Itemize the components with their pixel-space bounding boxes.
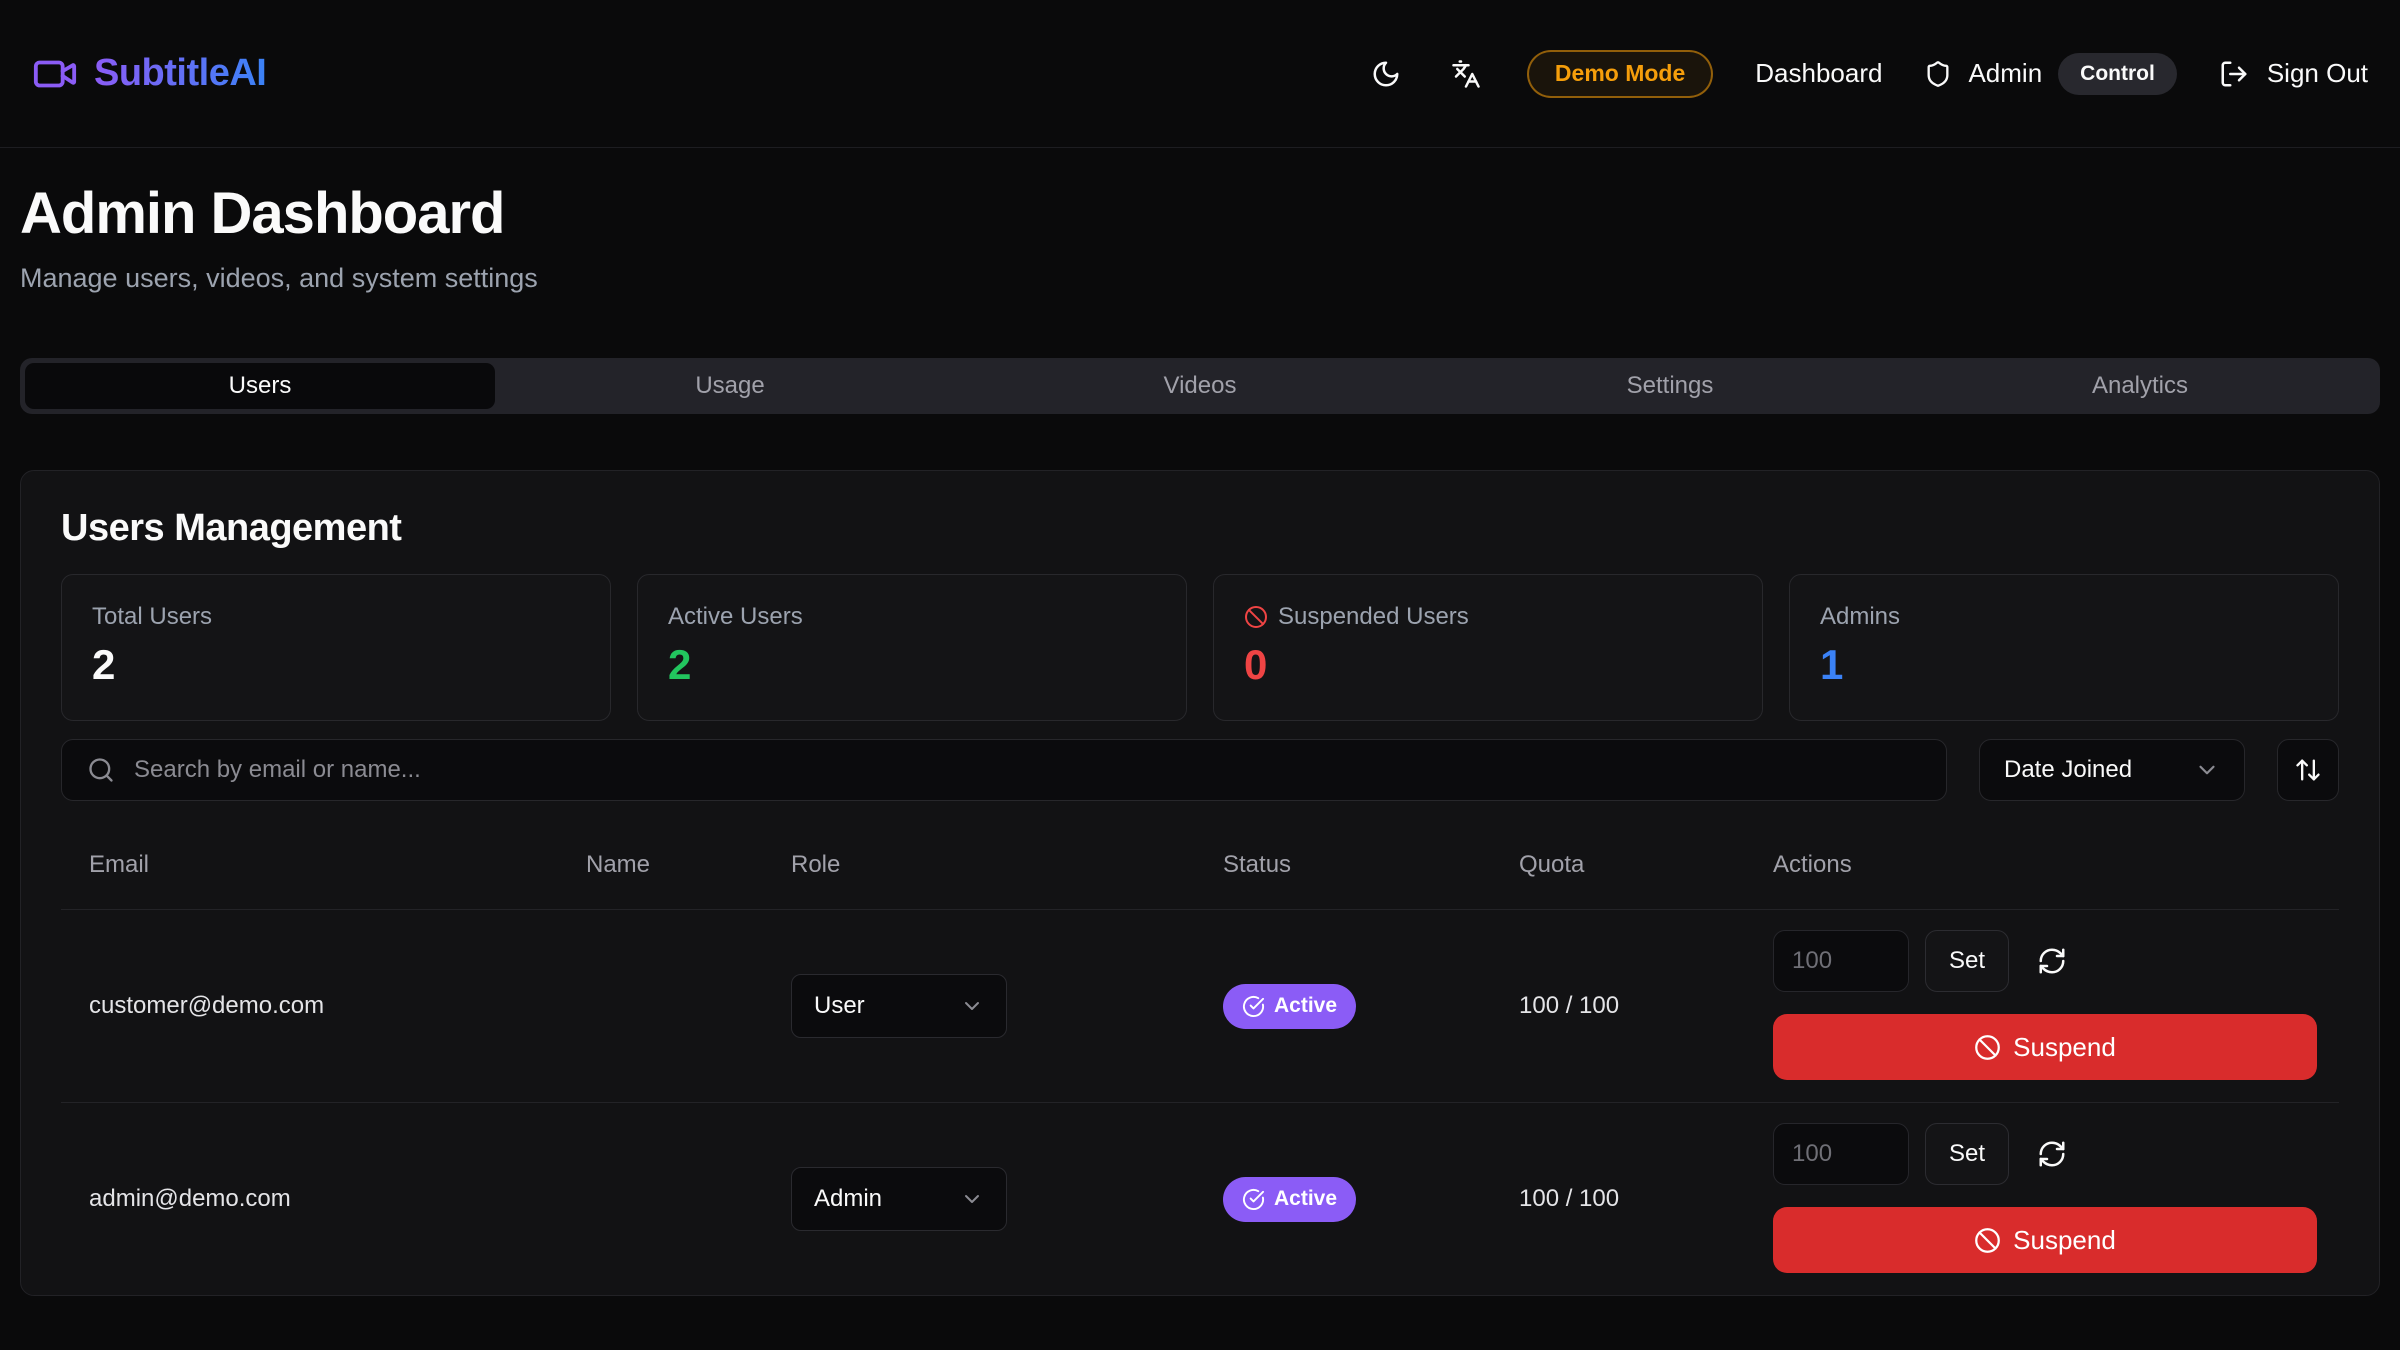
users-table: Email Name Role Status Quota Actions cus… — [61, 809, 2339, 1295]
admin-label: Admin — [1968, 58, 2042, 89]
stat-label: Suspended Users — [1278, 603, 1469, 631]
set-quota-button[interactable]: Set — [1925, 930, 2009, 992]
ban-icon — [1974, 1034, 2001, 1061]
column-header-role: Role — [791, 851, 1223, 879]
control-badge: Control — [2058, 53, 2177, 95]
stat-suspended-users: Suspended Users 0 — [1213, 574, 1763, 721]
theme-toggle-button[interactable] — [1367, 55, 1405, 93]
languages-icon — [1451, 59, 1481, 89]
moon-icon — [1371, 59, 1401, 89]
nav-actions: Demo Mode Dashboard Admin Control Sign O… — [1367, 50, 2368, 98]
chevron-down-icon — [960, 994, 984, 1018]
sort-by-value: Date Joined — [2004, 756, 2132, 784]
dashboard-link[interactable]: Dashboard — [1755, 58, 1882, 89]
reset-quota-button[interactable] — [2037, 946, 2067, 976]
demo-mode-badge: Demo Mode — [1527, 50, 1713, 98]
sort-by-select[interactable]: Date Joined — [1979, 739, 2245, 801]
set-quota-button[interactable]: Set — [1925, 1123, 2009, 1185]
role-select[interactable]: User — [791, 974, 1007, 1038]
suspend-user-button[interactable]: Suspend — [1773, 1014, 2317, 1080]
search-icon — [87, 756, 115, 784]
refresh-icon — [2037, 1139, 2067, 1169]
tab-settings[interactable]: Settings — [1435, 363, 1905, 409]
column-header-status: Status — [1223, 851, 1519, 879]
page-title: Admin Dashboard — [20, 182, 2380, 246]
suspend-button-label: Suspend — [2013, 1032, 2116, 1063]
table-row: admin@demo.com Admin — [61, 1102, 2339, 1295]
reset-quota-button[interactable] — [2037, 1139, 2067, 1169]
tab-analytics[interactable]: Analytics — [1905, 363, 2375, 409]
refresh-icon — [2037, 946, 2067, 976]
quota-input[interactable] — [1773, 930, 1909, 992]
role-select[interactable]: Admin — [791, 1167, 1007, 1231]
search-field-wrap — [61, 739, 1947, 801]
row-actions: Set — [1773, 910, 2339, 1102]
status-badge-label: Active — [1274, 1187, 1337, 1211]
dashboard-tabs: Users Usage Videos Settings Analytics — [20, 358, 2380, 414]
table-row: customer@demo.com User — [61, 910, 2339, 1102]
circle-check-icon — [1242, 995, 1265, 1018]
sign-out-button[interactable]: Sign Out — [2219, 58, 2368, 89]
arrow-up-down-icon — [2294, 756, 2322, 784]
page-subtitle: Manage users, videos, and system setting… — [20, 260, 2380, 296]
tab-usage[interactable]: Usage — [495, 363, 965, 409]
language-button[interactable] — [1447, 55, 1485, 93]
stat-value: 1 — [1820, 641, 2308, 689]
stat-label: Total Users — [92, 603, 580, 631]
role-select-value: User — [814, 992, 865, 1020]
row-actions: Set — [1773, 1103, 2339, 1295]
user-email: customer@demo.com — [89, 992, 586, 1020]
table-header-row: Email Name Role Status Quota Actions — [61, 809, 2339, 910]
tab-users[interactable]: Users — [25, 363, 495, 409]
status-badge: Active — [1223, 984, 1356, 1029]
sort-direction-button[interactable] — [2277, 739, 2339, 801]
sign-out-label: Sign Out — [2267, 58, 2368, 89]
section-title: Users Management — [61, 507, 2339, 550]
column-header-actions: Actions — [1773, 851, 2339, 879]
column-header-name: Name — [586, 851, 791, 879]
role-select-value: Admin — [814, 1185, 882, 1213]
brand-name: SubtitleAI — [94, 52, 266, 95]
stat-value: 0 — [1244, 641, 1732, 689]
circle-check-icon — [1242, 1188, 1265, 1211]
stat-admins: Admins 1 — [1789, 574, 2339, 721]
quota-value: 100 / 100 — [1519, 1185, 1773, 1213]
column-header-quota: Quota — [1519, 851, 1773, 879]
chevron-down-icon — [2194, 757, 2220, 783]
main-content: Admin Dashboard Manage users, videos, an… — [0, 148, 2400, 1296]
quota-value: 100 / 100 — [1519, 992, 1773, 1020]
stat-value: 2 — [92, 641, 580, 689]
users-management-panel: Users Management Total Users 2 Active Us… — [20, 470, 2380, 1296]
shield-icon — [1924, 60, 1952, 88]
stat-label: Active Users — [668, 603, 1156, 631]
chevron-down-icon — [960, 1187, 984, 1211]
admin-role-group: Admin Control — [1924, 53, 2176, 95]
status-badge: Active — [1223, 1177, 1356, 1222]
page-header: Admin Dashboard Manage users, videos, an… — [20, 148, 2380, 296]
top-navigation: SubtitleAI Demo Mode Dashboard — [0, 0, 2400, 148]
tab-videos[interactable]: Videos — [965, 363, 1435, 409]
quota-input[interactable] — [1773, 1123, 1909, 1185]
column-header-email: Email — [89, 851, 586, 879]
stat-total-users: Total Users 2 — [61, 574, 611, 721]
search-input[interactable] — [61, 739, 1947, 801]
user-stats: Total Users 2 Active Users 2 Suspended U… — [61, 574, 2339, 721]
user-email: admin@demo.com — [89, 1185, 586, 1213]
log-out-icon — [2219, 59, 2249, 89]
video-camera-icon — [32, 51, 78, 97]
brand-logo[interactable]: SubtitleAI — [32, 51, 266, 97]
filters-row: Date Joined — [61, 739, 2339, 801]
stat-value: 2 — [668, 641, 1156, 689]
suspend-button-label: Suspend — [2013, 1225, 2116, 1256]
suspend-user-button[interactable]: Suspend — [1773, 1207, 2317, 1273]
status-badge-label: Active — [1274, 994, 1337, 1018]
ban-icon — [1974, 1227, 2001, 1254]
ban-icon — [1244, 605, 1268, 629]
stat-label: Admins — [1820, 603, 2308, 631]
stat-active-users: Active Users 2 — [637, 574, 1187, 721]
